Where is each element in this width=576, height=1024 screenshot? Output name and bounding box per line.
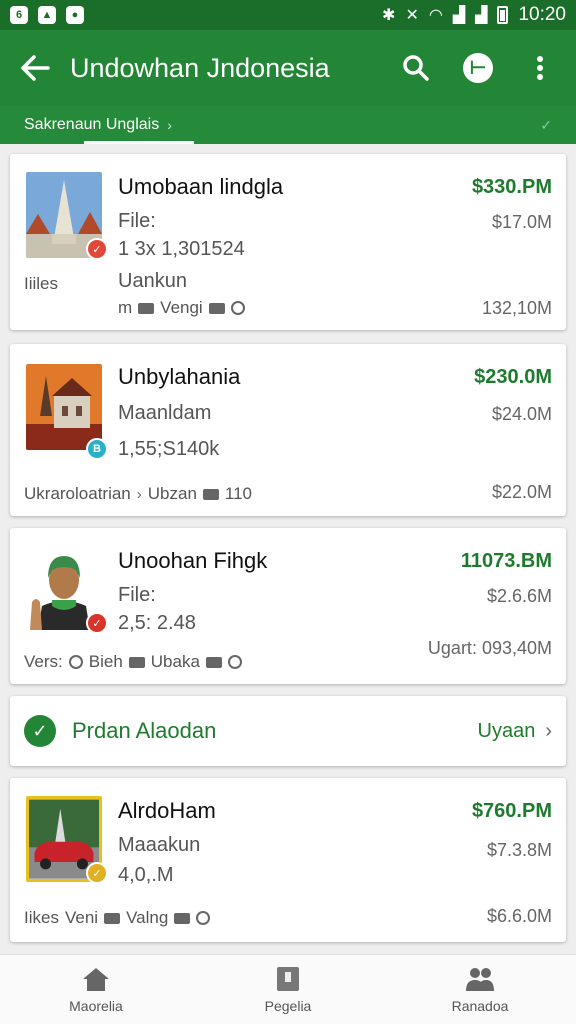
search-icon [403,55,429,81]
tag-icon [202,488,219,500]
item-line2: 2,5: 2.48 [118,612,196,634]
arrow-right-icon: › [136,485,142,503]
item-value-secondary: $6.6.0M [486,906,552,926]
image-notification-icon: ▲ [38,6,56,24]
banner-label: Prdan Alaodan [72,718,217,743]
list-item[interactable]: ✓ Umobaan lindgla File: 1 3x 1,301524 Ua… [10,154,566,330]
status-bar: 6 ▲ ● ✱ ✕ ◠ ▟ ▟ 10:20 [0,0,576,30]
more-options-button[interactable] [512,40,568,96]
filter-icon: ⊢ [463,53,493,83]
nav-item-people[interactable]: Ranadoa [384,955,576,1024]
item-title: Umobaan lindgla [118,174,284,199]
mute-icon: ✕ [405,7,419,24]
search-button[interactable] [388,40,444,96]
signal-2-icon: ▟ [475,7,488,24]
item-meta: Ukraroloatrian › Ubzan 110 [24,484,253,503]
chat-notification-icon: ● [66,6,84,24]
more-vert-icon [537,56,543,80]
book-icon [273,966,303,992]
promo-banner[interactable]: ✓ Prdan Alaodan Uyaan › [10,696,566,766]
list-item[interactable]: ✓ Unoohan Fihgk File: 2,5: 2.48 Vers: Bi… [10,528,566,684]
item-meta: Vers: Bieh Ubaka [24,652,242,672]
item-line1: Maaakun [118,834,201,856]
nav-item-pages[interactable]: Pegelia [192,955,384,1024]
item-line2: 4,0,.M [118,864,174,886]
item-line1: Maanldam [118,402,212,424]
chevron-right-icon: › [167,117,172,133]
item-line1: File: [118,584,156,606]
wifi-icon: ◠ [428,7,443,24]
battery-icon [497,6,509,24]
item-line2: 1,55;S140k [118,438,220,460]
result-list: ✓ Umobaan lindgla File: 1 3x 1,301524 Ua… [0,144,576,954]
signal-icon: ▟ [452,7,466,24]
item-value: $7.3.8M [486,840,552,860]
verified-badge: ✓ [86,862,108,884]
tag-icon [174,912,191,924]
item-meta: m Vengi [118,298,245,318]
app-title: Undowhan Jndonesia [70,52,330,83]
item-line3: Uankun [118,270,187,292]
clock-icon [196,911,211,925]
list-item[interactable]: ✓ AlrdoHam Maaakun 4,0,.M Iikes Veni Val… [10,778,566,942]
nav-item-home[interactable]: Maorelia [0,955,192,1024]
thumbnail-image [26,364,102,450]
back-button[interactable] [0,30,70,106]
item-value-secondary: Ugart: 093,40M [427,638,552,658]
banner-action[interactable]: Uyaan [478,720,536,743]
item-value: $2.6.6M [486,586,552,606]
check-icon: ✓ [540,117,552,133]
people-icon [465,966,495,992]
filter-button[interactable]: ⊢ [450,40,506,96]
item-title: Unoohan Fihgk [118,548,268,573]
chevron-right-icon: › [545,719,552,742]
tag-icon [138,302,155,314]
tag-icon [104,912,121,924]
bottom-navigation: Maorelia Pegelia Ranadoa [0,954,576,1024]
item-price: $230.0M [474,366,552,388]
item-footer: Iiiles [24,274,58,294]
tab-main[interactable]: Sakrenaun Unglais › [24,106,172,144]
home-icon [81,966,111,992]
item-line1: File: [118,210,156,232]
item-title: AlrdoHam [118,798,216,823]
item-value: $24.0M [491,404,552,424]
verified-badge: ✓ [86,612,108,634]
item-meta: Iikes Veni Valng [24,908,211,928]
item-price: 11073.BM [460,550,552,572]
item-title: Unbylahania [118,364,241,389]
bluetooth-icon: ✱ [382,7,396,24]
footer-left: Iiiles [24,274,59,293]
arrow-back-icon [21,55,50,81]
status-time: 10:20 [518,4,566,25]
check-circle-icon: ✓ [24,715,56,747]
tag-icon [128,656,145,668]
item-value-secondary: $22.0M [491,482,552,502]
tag-icon [208,302,225,314]
list-item[interactable]: B Unbylahania Maanldam 1,55;S140k Ukraro… [10,344,566,516]
verified-badge: ✓ [86,238,108,260]
info-badge: B [86,438,108,460]
app-bar: Undowhan Jndonesia ⊢ [0,30,576,106]
notification-icon: 6 [10,6,28,24]
item-value: $17.0M [491,212,552,232]
item-line2: 1 3x 1,301524 [118,238,245,260]
item-price: $330.PM [471,176,552,198]
tab-bar: Sakrenaun Unglais › ✓ [0,106,576,144]
clock-icon [227,655,242,669]
tab-label: Sakrenaun Unglais [24,116,160,133]
item-price: $760.PM [471,800,552,822]
clock-icon [230,301,245,315]
tag-icon [205,656,222,668]
clock-icon [68,655,83,669]
item-value-secondary: 132,10M [481,298,552,318]
